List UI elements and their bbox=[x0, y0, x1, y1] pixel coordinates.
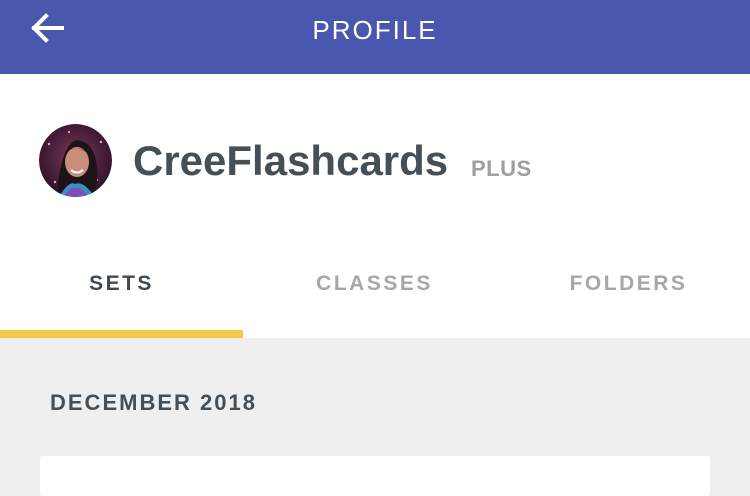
tab-folders[interactable]: FOLDERS bbox=[507, 264, 750, 338]
tab-classes[interactable]: CLASSES bbox=[253, 264, 496, 338]
avatar[interactable] bbox=[39, 124, 112, 197]
avatar-image bbox=[39, 124, 112, 197]
profile-header: CreeFlashcards PLUS SETS CLASSES FOLDERS bbox=[0, 74, 750, 338]
plan-tier-badge: PLUS bbox=[471, 156, 532, 181]
tab-sets[interactable]: SETS bbox=[0, 264, 243, 338]
page-title: PROFILE bbox=[312, 15, 438, 45]
profile-tabs: SETS CLASSES FOLDERS bbox=[0, 264, 750, 338]
section-heading-date: DECEMBER 2018 bbox=[50, 390, 257, 415]
active-tab-indicator bbox=[0, 330, 243, 338]
top-app-bar: PROFILE bbox=[0, 0, 750, 74]
study-set-card[interactable] bbox=[40, 456, 710, 496]
profile-username: CreeFlashcards bbox=[133, 137, 449, 184]
